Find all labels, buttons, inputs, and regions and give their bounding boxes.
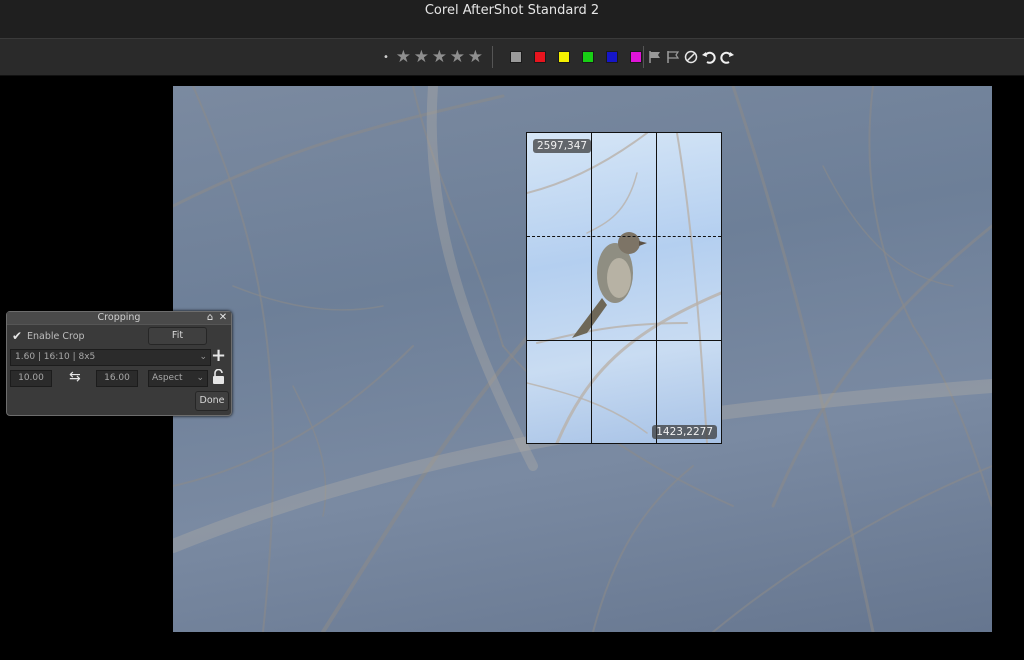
swap-dimensions-icon[interactable]: ⇆	[69, 369, 81, 385]
color-label-green[interactable]	[582, 51, 594, 63]
star-1-icon[interactable]: ★	[395, 48, 412, 66]
title-bar: Corel AfterShot Standard 2	[0, 0, 1024, 39]
crop-preset-select[interactable]: 1.60 | 16:10 | 8x5 ⌄	[10, 349, 211, 366]
crop-mode-value: Aspect	[152, 373, 183, 383]
toolbar-divider	[492, 46, 493, 68]
add-preset-icon[interactable]: +	[211, 347, 226, 365]
cropping-panel: Cropping ⌂ ✕ ✔ Enable Crop Fit 1.60 | 16…	[6, 311, 232, 416]
color-label-group	[510, 39, 654, 75]
crop-selection[interactable]: 2597,347 1423,2277	[526, 132, 722, 444]
rotate-left-icon[interactable]	[701, 48, 717, 66]
bird-image	[572, 232, 647, 338]
close-icon[interactable]: ✕	[217, 312, 229, 324]
color-label-blue[interactable]	[606, 51, 618, 63]
home-icon[interactable]: ⌂	[204, 312, 216, 324]
toolbar-divider	[643, 46, 644, 68]
clear-flag-icon[interactable]	[683, 48, 699, 66]
star-3-icon[interactable]: ★	[431, 48, 448, 66]
crop-grid-line	[656, 133, 657, 443]
crop-top-left-coords: 2597,347	[533, 139, 592, 153]
enable-crop-checkbox[interactable]: ✔	[12, 330, 23, 342]
panel-title: Cropping	[97, 312, 141, 323]
star-5-icon[interactable]: ★	[467, 48, 484, 66]
crop-width-field[interactable]: 10.00	[10, 370, 52, 387]
crop-branches	[527, 133, 721, 443]
fit-button[interactable]: Fit	[148, 327, 207, 345]
color-label-gray[interactable]	[510, 51, 522, 63]
no-rating-dot[interactable]: •	[383, 52, 389, 63]
crop-preset-value: 1.60 | 16:10 | 8x5	[15, 352, 96, 362]
star-4-icon[interactable]: ★	[449, 48, 466, 66]
crop-mode-select[interactable]: Aspect ⌄	[148, 370, 208, 387]
toolbar: • ★ ★ ★ ★ ★	[0, 39, 1024, 76]
lock-icon[interactable]	[212, 368, 225, 389]
flag-rotate-group	[647, 39, 737, 75]
color-label-red[interactable]	[534, 51, 546, 63]
enable-crop-label: Enable Crop	[27, 331, 85, 342]
flag-reject-icon[interactable]	[665, 48, 681, 66]
star-2-icon[interactable]: ★	[413, 48, 430, 66]
chevron-down-icon: ⌄	[199, 352, 207, 362]
crop-bottom-right-coords: 1423,2277	[652, 425, 717, 439]
crop-grid-line	[527, 340, 721, 341]
crop-grid-line	[591, 133, 592, 443]
rotate-right-icon[interactable]	[719, 48, 735, 66]
color-label-magenta[interactable]	[630, 51, 642, 63]
crop-grid-line	[527, 236, 721, 238]
done-button[interactable]: Done	[195, 391, 229, 411]
crop-height-field[interactable]: 16.00	[96, 370, 138, 387]
color-label-yellow[interactable]	[558, 51, 570, 63]
flag-pick-icon[interactable]	[647, 48, 663, 66]
app-title: Corel AfterShot Standard 2	[424, 3, 600, 18]
chevron-down-icon: ⌄	[196, 373, 204, 383]
rating-group: • ★ ★ ★ ★ ★	[383, 39, 485, 75]
